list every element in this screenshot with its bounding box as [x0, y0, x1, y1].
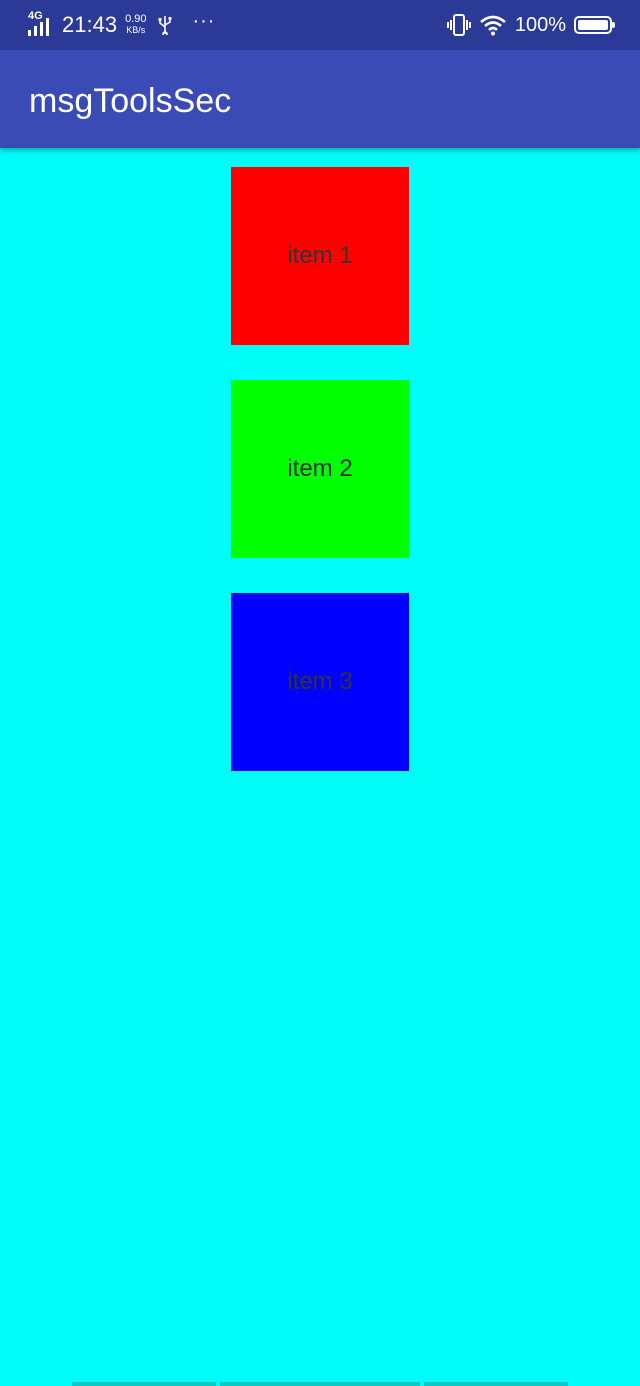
network-speed: 0.90 KB/s: [125, 14, 146, 36]
item-label: item 1: [287, 242, 353, 269]
app-title: msgToolsSec: [29, 82, 232, 120]
status-bar-left: 4G 21:43 0.90 KB/s ···: [28, 0, 215, 50]
status-bar: 4G 21:43 0.90 KB/s ··· 100%: [0, 0, 640, 50]
status-bar-right: 100%: [446, 0, 615, 50]
list-item[interactable]: item 1: [231, 167, 409, 345]
more-notifications-icon: ···: [192, 10, 216, 32]
speed-value: 0.90: [125, 13, 147, 25]
item-label: item 2: [287, 455, 353, 482]
usb-icon: [158, 16, 173, 35]
item-label: item 3: [287, 668, 353, 695]
bottom-strip-right: [424, 1382, 568, 1386]
list-item[interactable]: item 3: [231, 593, 409, 771]
bottom-strip-left: [72, 1382, 216, 1386]
list-item[interactable]: item 2: [231, 380, 409, 558]
clock: 21:43: [62, 12, 118, 37]
wifi-icon: [480, 15, 506, 36]
app-bar: msgToolsSec: [0, 50, 640, 148]
bottom-strip-middle: [220, 1382, 420, 1386]
network-type: 4G: [28, 10, 43, 22]
signal-icon: 4G: [28, 10, 56, 38]
speed-unit: KB/s: [126, 25, 146, 35]
battery-percent: 100%: [514, 13, 566, 36]
battery-icon: [574, 16, 615, 34]
vibrate-icon: [446, 14, 471, 36]
